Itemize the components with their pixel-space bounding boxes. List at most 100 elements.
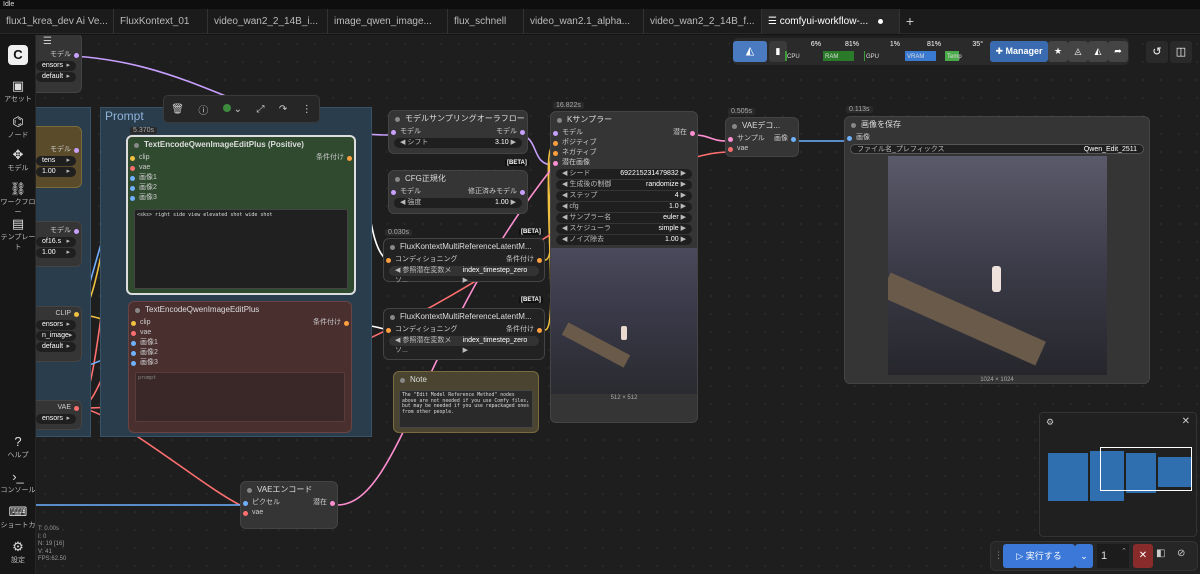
note-text[interactable]: The "Edit Model Reference Method" nodes … — [399, 390, 533, 428]
cancel-run-button[interactable]: ✕ — [1133, 544, 1153, 568]
clear-queue-icon[interactable]: ⊘ — [1177, 548, 1185, 559]
more-icon[interactable]: ⋮ — [302, 104, 312, 115]
tab-video-wan21-alpha[interactable]: video_wan2.1_alpha... — [524, 9, 644, 34]
lora-name-widget[interactable]: tens ▸ — [36, 156, 76, 166]
denoise-widget[interactable]: ◀ ノイズ除去 1.00 ▶ — [556, 235, 692, 245]
model-output[interactable]: モデル — [496, 127, 527, 137]
tab-flux1-krea[interactable]: flux1_krea_dev Ai Ve... — [0, 9, 114, 34]
delete-icon[interactable]: 🗑 — [171, 104, 184, 115]
minimap[interactable]: ⚙ ✕ — [1039, 412, 1197, 537]
samples-input[interactable]: サンプル — [726, 134, 798, 144]
history-button[interactable]: ↺ — [1146, 41, 1168, 63]
new-tab-button[interactable]: + — [900, 9, 920, 33]
clip-input[interactable]: clip — [128, 153, 354, 163]
save-image-node[interactable]: 画像を保存 画像 ファイル名_プレフィックス Qwen_Edit_2511 102… — [844, 116, 1150, 384]
info-icon[interactable]: ⓘ — [198, 102, 208, 117]
sidebar-item-shortcuts[interactable]: ⌨ ショートカ — [0, 505, 36, 530]
prompt-textarea[interactable]: prompt — [135, 372, 345, 422]
lora-node-a[interactable]: モデル tens ▸ 1.00 ▸ — [30, 126, 82, 188]
manager-button[interactable]: ✚ Manager — [990, 41, 1048, 62]
vae-input[interactable]: vae — [241, 508, 337, 518]
vae-decode-node[interactable]: VAEデコ... 画像 サンプル vae — [725, 117, 799, 157]
clip-output[interactable]: CLIP — [31, 309, 81, 319]
latent-input[interactable]: 潜在画像 — [551, 158, 697, 168]
bypass-icon[interactable]: ↷ — [279, 104, 287, 115]
image3-input[interactable]: 画像3 — [128, 193, 354, 203]
minimap-viewport[interactable] — [1100, 447, 1192, 491]
flux-kontext-ref-node-1[interactable]: FluxKontextMultiReferenceLatentM... コンディ… — [383, 238, 545, 284]
conditioning-output[interactable]: 条件付け — [506, 255, 544, 265]
text-encode-negative-node[interactable]: TextEncodeQwenImageEditPlus 条件付け clip va… — [128, 301, 352, 433]
sidebar-item-templates[interactable]: ▤ テンプレート — [0, 217, 36, 252]
image3-input[interactable]: 画像3 — [129, 358, 351, 368]
clip-device-widget[interactable]: default ▸ — [36, 342, 76, 352]
vae-input[interactable]: vae — [726, 144, 798, 154]
workflow-canvas[interactable]: Prompt 🗑 ⓘ ⌄ ⤢ ↷ ⋮ ☰ モデル ensors ▸ default… — [0, 35, 1200, 574]
seed-widget[interactable]: ◀ シード 692215231479832 ▶ — [556, 169, 692, 179]
flux-kontext-ref-node-2[interactable]: FluxKontextMultiReferenceLatentM... コンディ… — [383, 308, 545, 360]
toggle-panel-button[interactable]: ◫ — [1170, 41, 1192, 63]
model-input[interactable]: モデル — [389, 187, 421, 197]
model-output[interactable]: 修正済みモデル — [468, 187, 527, 197]
model-output[interactable]: モデル — [31, 50, 81, 60]
queue-icon[interactable]: ◧ — [1156, 548, 1165, 559]
strength-widget[interactable]: ◀ 強度 1.00 ▶ — [394, 198, 522, 208]
tab-video-wan2-f[interactable]: video_wan2_2_14B_f... — [644, 9, 762, 34]
model-button[interactable]: ◬ — [1068, 41, 1088, 62]
model-alt-button[interactable]: ◭ — [1088, 41, 1108, 62]
share-button[interactable]: ➦ — [1108, 41, 1128, 62]
text-encode-positive-node[interactable]: TextEncodeQwenImageEditPlus (Positive) 条… — [126, 135, 356, 295]
checkpoint-loader-node[interactable]: ☰ モデル ensors ▸ default ▸ — [30, 35, 82, 93]
sidebar-item-nodes[interactable]: ⌬ ノード — [0, 115, 36, 140]
vae-encode-node[interactable]: VAEエンコード 潜在 ピクセル vae — [240, 481, 338, 529]
model-input[interactable]: モデル — [551, 128, 697, 138]
lora-name-widget[interactable]: of16.s ▸ — [36, 237, 76, 247]
drag-handle-icon[interactable]: ⋮ — [994, 550, 1003, 561]
tab-image-qwen[interactable]: image_qwen_image... — [328, 9, 448, 34]
image2-input[interactable]: 画像2 — [129, 348, 351, 358]
ckpt-widget[interactable]: ensors ▸ — [36, 61, 76, 71]
lora-node-b[interactable]: モデル of16.s ▸ 1.00 ▸ — [30, 221, 82, 267]
vae-output[interactable]: VAE — [31, 403, 81, 413]
stepper-icon[interactable]: ⌃⌄ — [1121, 540, 1127, 574]
sampler-name-widget[interactable]: ◀ サンプラー名 euler ▶ — [556, 213, 692, 223]
model-output[interactable]: モデル — [31, 226, 81, 236]
model-input[interactable]: モデル — [389, 127, 421, 137]
negative-input[interactable]: ネガティブ — [551, 148, 697, 158]
vae-loader-node[interactable]: VAE ensors ▸ — [30, 400, 82, 430]
sidebar-item-help[interactable]: ? ヘルプ — [0, 435, 36, 460]
clip-loader-node[interactable]: CLIP ensors ▸ n_image ▸ default ▸ — [30, 306, 82, 362]
weight-dtype-widget[interactable]: default ▸ — [36, 72, 76, 82]
shift-widget[interactable]: ◀ シフト 3.10 ▶ — [394, 138, 522, 148]
vae-name-widget[interactable]: ensors ▸ — [36, 414, 76, 424]
model-sampling-node[interactable]: モデルサンプリングオーラフロー モデル モデル ◀ シフト 3.10 ▶ — [388, 110, 528, 154]
tab-fluxkontext[interactable]: FluxKontext_01 — [114, 9, 208, 34]
scheduler-widget[interactable]: ◀ スケジューラ simple ▶ — [556, 224, 692, 234]
close-icon[interactable]: ✕ — [1182, 416, 1190, 427]
clip-type-widget[interactable]: n_image ▸ — [36, 331, 76, 341]
star-button[interactable]: ★ — [1048, 41, 1068, 62]
clip-input[interactable]: clip — [129, 318, 351, 328]
steps-widget[interactable]: ◀ ステップ 4 ▶ — [556, 191, 692, 201]
positive-input[interactable]: ポジティブ — [551, 138, 697, 148]
images-input[interactable]: 画像 — [845, 133, 1149, 143]
tab-flux-schnell[interactable]: flux_schnell — [448, 9, 524, 34]
tab-video-wan2-i2v[interactable]: video_wan2_2_14B_i... — [208, 9, 328, 34]
model-output[interactable]: モデル — [31, 145, 81, 155]
conditioning-input[interactable]: コンディショニング — [384, 255, 458, 265]
ref-method-widget[interactable]: ◀ 参照潜在変数メソ... index_timestep_zero ▶ — [389, 266, 539, 284]
sidebar-item-workflows[interactable]: ⛓ ワークフロー — [0, 182, 36, 217]
pixels-input[interactable]: ピクセル — [241, 498, 337, 508]
image2-input[interactable]: 画像2 — [128, 183, 354, 193]
minimap-settings-icon[interactable]: ⚙ — [1046, 417, 1054, 428]
sidebar-item-console[interactable]: ›_ コンソール — [0, 470, 36, 495]
vae-input[interactable]: vae — [128, 163, 354, 173]
fit-icon[interactable]: ⤢ — [256, 104, 264, 115]
lora-strength-widget[interactable]: 1.00 ▸ — [36, 167, 76, 177]
sidebar-item-settings[interactable]: ⚙ 設定 — [0, 540, 36, 565]
image1-input[interactable]: 画像1 — [128, 173, 354, 183]
conditioning-output[interactable]: 条件付け — [506, 325, 544, 335]
ref-method-widget[interactable]: ◀ 参照潜在変数メソ... index_timestep_zero ▶ — [389, 336, 539, 354]
sidebar-item-assets[interactable]: ▣ アセット — [0, 79, 36, 104]
cfg-widget[interactable]: ◀ cfg 1.0 ▶ — [556, 202, 692, 212]
